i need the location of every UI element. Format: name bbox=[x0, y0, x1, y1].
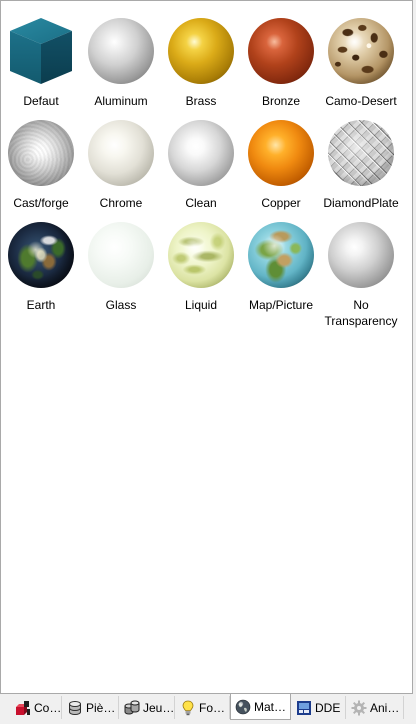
tab-configurations[interactable]: Jeu… bbox=[119, 696, 175, 719]
material-item-diamond-plate[interactable]: DiamondPlate bbox=[321, 119, 401, 221]
liquid-sphere-icon[interactable] bbox=[168, 222, 234, 288]
material-item-no-transparency[interactable]: No Transparency bbox=[321, 221, 401, 328]
material-label: Defaut bbox=[23, 94, 59, 108]
tab-label: Piè… bbox=[86, 700, 116, 715]
material-item-brass[interactable]: Brass bbox=[161, 17, 241, 119]
tab-label: Jeu… bbox=[143, 700, 175, 715]
panel-tab-strip: Co… Piè… Jeu… Fo… Mat… DDE Ani… bbox=[0, 694, 416, 724]
tab-label: DDE bbox=[315, 700, 341, 715]
dde-icon bbox=[296, 700, 312, 716]
material-label: Aluminum bbox=[94, 94, 148, 108]
component-icon bbox=[15, 700, 31, 716]
material-item-map-picture[interactable]: Map/Picture bbox=[241, 221, 321, 323]
material-item-chrome[interactable]: Chrome bbox=[81, 119, 161, 221]
material-item-copper[interactable]: Copper bbox=[241, 119, 321, 221]
material-label: Copper bbox=[261, 196, 301, 210]
material-item-aluminum[interactable]: Aluminum bbox=[81, 17, 161, 119]
tab-dde[interactable]: DDE bbox=[291, 696, 346, 719]
tab-components[interactable]: Co… bbox=[10, 696, 62, 719]
material-label: Map/Picture bbox=[248, 298, 314, 312]
material-label: Brass bbox=[185, 94, 217, 108]
aluminum-sphere-icon[interactable] bbox=[88, 18, 154, 84]
material-label: Earth bbox=[26, 298, 56, 312]
tab-lighting[interactable]: Fo… bbox=[175, 696, 230, 719]
material-item-glass[interactable]: Glass bbox=[81, 221, 161, 323]
material-label: Bronze bbox=[261, 94, 301, 108]
lightbulb-icon bbox=[180, 700, 196, 716]
part-icon bbox=[67, 700, 83, 716]
earth-globe-icon[interactable] bbox=[8, 222, 74, 288]
tab-parts[interactable]: Piè… bbox=[62, 696, 119, 719]
material-label: Cast/forge bbox=[13, 196, 69, 210]
tab-label: Mat… bbox=[254, 699, 287, 714]
configuration-icon bbox=[124, 700, 140, 716]
globe-icon bbox=[235, 699, 251, 715]
tab-materials[interactable]: Mat… bbox=[230, 694, 291, 720]
clean-sphere-icon[interactable] bbox=[168, 120, 234, 186]
tab-label: Ani… bbox=[370, 700, 400, 715]
camo-desert-sphere-icon[interactable] bbox=[328, 18, 394, 84]
tab-animation[interactable]: Ani… bbox=[346, 696, 404, 719]
map-globe-icon[interactable] bbox=[248, 222, 314, 288]
material-item-defaut[interactable]: Defaut bbox=[1, 17, 81, 119]
gear-icon bbox=[351, 700, 367, 716]
material-item-cast-forge[interactable]: Cast/forge bbox=[1, 119, 81, 221]
copper-sphere-icon[interactable] bbox=[248, 120, 314, 186]
tab-label: Fo… bbox=[199, 700, 226, 715]
material-label: Camo-Desert bbox=[325, 94, 397, 108]
material-item-liquid[interactable]: Liquid bbox=[161, 221, 241, 323]
material-label: Glass bbox=[105, 298, 137, 312]
material-item-bronze[interactable]: Bronze bbox=[241, 17, 321, 119]
material-label: DiamondPlate bbox=[323, 196, 399, 210]
material-label: Clean bbox=[185, 196, 217, 210]
glass-sphere-icon[interactable] bbox=[88, 222, 154, 288]
materials-panel: Defaut Aluminum Brass Bronze Camo-Desert… bbox=[0, 0, 413, 694]
material-label: Chrome bbox=[99, 196, 143, 210]
material-item-earth[interactable]: Earth bbox=[1, 221, 81, 323]
material-grid: Defaut Aluminum Brass Bronze Camo-Desert… bbox=[1, 17, 401, 328]
material-item-camo-desert[interactable]: Camo-Desert bbox=[321, 17, 401, 119]
bronze-sphere-icon[interactable] bbox=[248, 18, 314, 84]
chrome-sphere-icon[interactable] bbox=[88, 120, 154, 186]
material-label: No Transparency bbox=[324, 298, 398, 328]
no-transparency-sphere-icon[interactable] bbox=[328, 222, 394, 288]
brass-sphere-icon[interactable] bbox=[168, 18, 234, 84]
material-label: Liquid bbox=[184, 298, 218, 312]
diamond-plate-sphere-icon[interactable] bbox=[328, 120, 394, 186]
tab-label: Co… bbox=[34, 700, 62, 715]
cast-forge-sphere-icon[interactable] bbox=[8, 120, 74, 186]
teal-cube-icon[interactable] bbox=[10, 18, 72, 84]
material-item-clean[interactable]: Clean bbox=[161, 119, 241, 221]
